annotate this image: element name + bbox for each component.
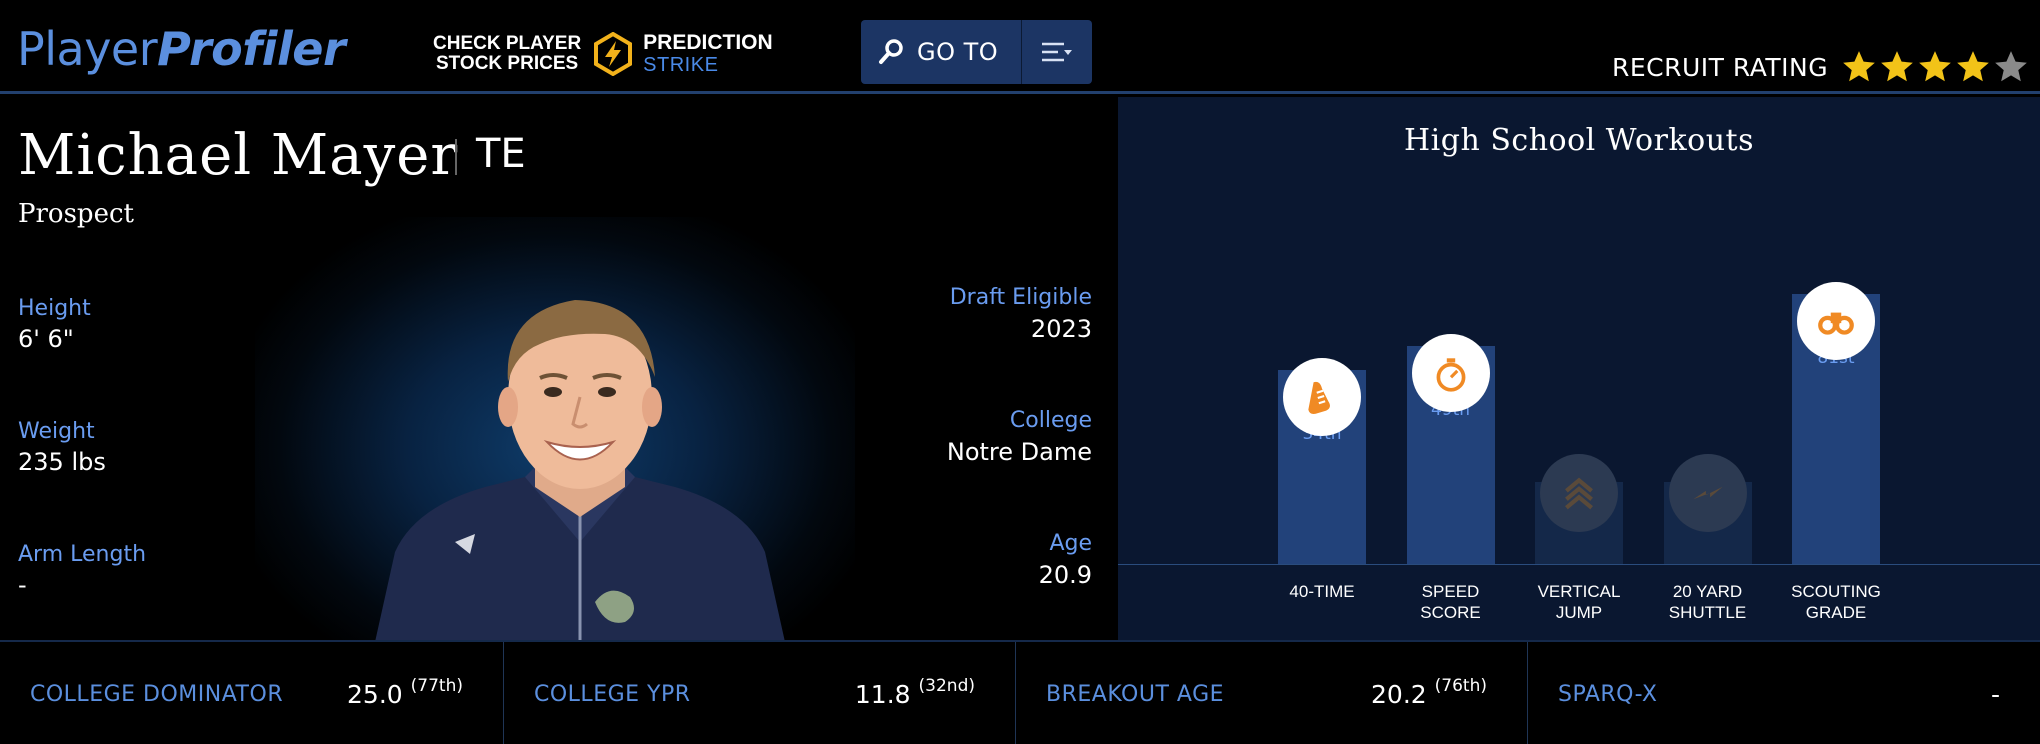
metric-sparq-x[interactable]: SPARQ-X -	[1528, 642, 2040, 744]
star-icon	[1919, 51, 1951, 82]
metric-breakout-age[interactable]: BREAKOUT AGE 20.2 (76th)	[1016, 642, 1528, 744]
goto-label: GO TO	[917, 38, 999, 66]
age-value: 20.9	[1038, 561, 1092, 589]
arm-length-label: Arm Length	[18, 542, 147, 567]
metric-label: COLLEGE DOMINATOR	[30, 682, 284, 707]
promo-text: CHECK PLAYER STOCK PRICES	[433, 34, 581, 74]
age-label: Age	[1049, 531, 1092, 556]
player-name: Michael Mayer	[18, 123, 459, 188]
metric-value: 20.2 (76th)	[1371, 676, 1487, 709]
workout-badge	[1540, 454, 1618, 532]
shoe-icon	[1308, 381, 1330, 414]
star-icon	[1957, 51, 1989, 82]
logo-text-profiler: Profiler	[157, 22, 346, 76]
recruit-rating: RECRUIT RATING	[1612, 48, 2030, 86]
star-icon	[1881, 51, 1913, 82]
metric-label: COLLEGE YPR	[534, 682, 691, 707]
name-divider	[455, 139, 457, 175]
player-photo	[375, 300, 785, 640]
logo-text-player: Player	[17, 22, 158, 76]
menu-button[interactable]	[1022, 20, 1092, 84]
height-label: Height	[18, 296, 91, 321]
chart-baseline	[1118, 564, 2040, 565]
promo-brand-line-1: PREDICTION	[643, 31, 773, 54]
metric-college-ypr[interactable]: COLLEGE YPR 11.8 (32nd)	[504, 642, 1016, 744]
college-value[interactable]: Notre Dame	[947, 438, 1092, 466]
workout-badge	[1283, 357, 1361, 436]
recruit-rating-label: RECRUIT RATING	[1612, 52, 1829, 82]
player-status: Prospect	[18, 199, 134, 229]
search-icon	[879, 39, 903, 64]
binoculars-icon	[1818, 312, 1854, 336]
metric-value: -	[1990, 680, 2000, 709]
metric-label: BREAKOUT AGE	[1046, 682, 1225, 707]
workout-label: 40-TIME	[1289, 582, 1355, 601]
metric-value: 25.0 (77th)	[347, 676, 463, 709]
workout-badge	[1797, 282, 1875, 361]
promo-brand: PREDICTION STRIKE	[643, 31, 773, 77]
workouts-panel: High School Workouts 4.8034th40-TIME89.2…	[1118, 97, 2040, 640]
weight-value: 235 lbs	[18, 448, 106, 476]
chevrons-up-icon	[1565, 477, 1593, 510]
workout-badge	[1411, 333, 1490, 412]
star-icon	[1843, 51, 1875, 82]
promo-line-1: CHECK PLAYER	[433, 33, 582, 54]
menu-icon	[1042, 42, 1072, 62]
workout-label: SPEED SCORE	[1420, 582, 1481, 622]
height-value: 6' 6"	[18, 325, 74, 353]
promo-line-2: STOCK PRICES	[435, 53, 579, 74]
star-icon	[1995, 51, 2027, 82]
site-header: PlayerProfiler CHECK PLAYER STOCK PRICES…	[0, 0, 2040, 94]
draft-eligible-value: 2023	[1030, 315, 1092, 343]
draft-eligible-label: Draft Eligible	[949, 285, 1092, 310]
player-position: TE	[476, 131, 526, 177]
goto-control: GO TO	[861, 20, 1092, 84]
metric-label: SPARQ-X	[1558, 682, 1658, 707]
weight-label: Weight	[18, 419, 95, 444]
arm-length-value: -	[18, 571, 27, 599]
metric-value: 11.8 (32nd)	[854, 676, 975, 709]
lightning-hex-icon	[594, 32, 633, 76]
stopwatch-icon	[1436, 357, 1465, 392]
prediction-strike-promo[interactable]: CHECK PLAYER STOCK PRICES PREDICTION STR…	[433, 32, 773, 76]
workouts-title: High School Workouts	[1404, 123, 1754, 158]
workout-label: 20 YARD SHUTTLE	[1668, 582, 1747, 622]
workout-label: VERTICAL JUMP	[1537, 582, 1621, 622]
promo-brand-line-2: STRIKE	[643, 54, 719, 76]
workout-badge	[1668, 454, 1747, 532]
workout-label: SCOUTING GRADE	[1791, 582, 1881, 622]
metric-college-dominator[interactable]: COLLEGE DOMINATOR 25.0 (77th)	[0, 642, 504, 744]
star-rating	[1840, 48, 2030, 86]
metrics-bar: COLLEGE DOMINATOR 25.0 (77th) COLLEGE YP…	[0, 640, 2040, 744]
goto-button[interactable]: GO TO	[861, 20, 1022, 84]
college-label: College	[1009, 408, 1092, 433]
site-logo[interactable]: PlayerProfiler	[17, 22, 346, 76]
bolt-icon	[1692, 486, 1723, 500]
player-info-panel: Michael Mayer TE Prospect Height 6' 6" W…	[0, 97, 1118, 640]
